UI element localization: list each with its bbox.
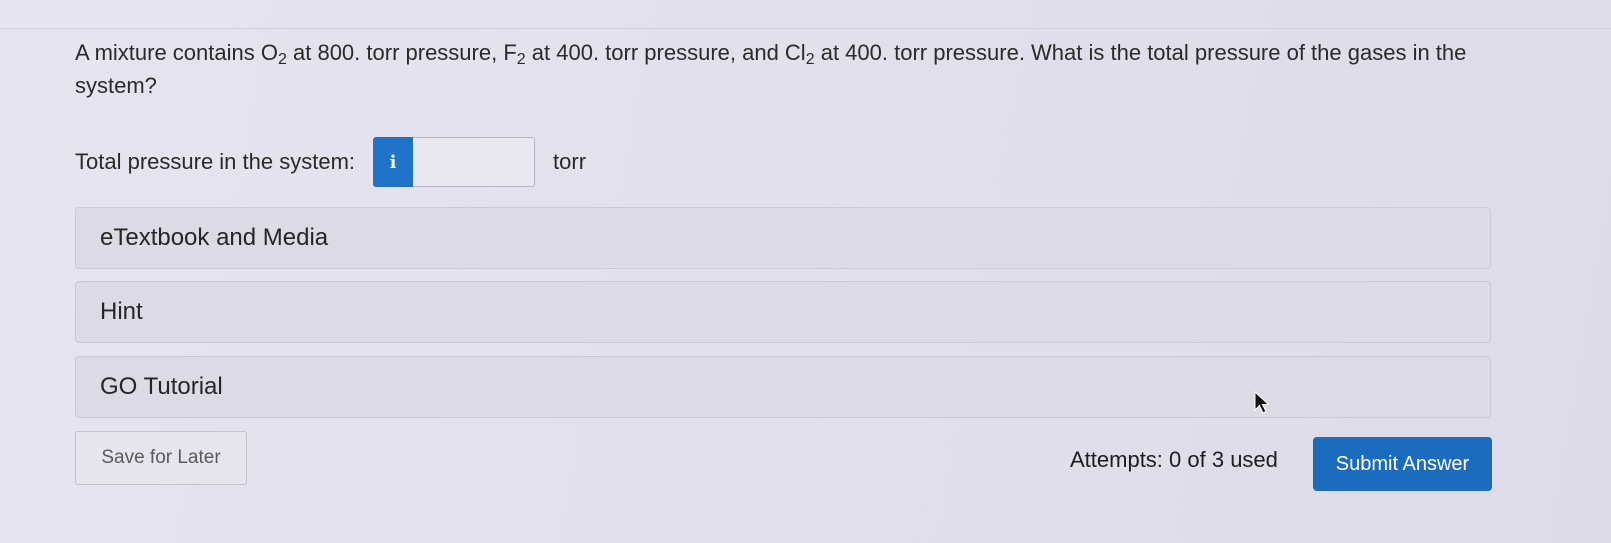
mouse-pointer-icon bbox=[1254, 391, 1270, 414]
info-icon[interactable]: i bbox=[373, 137, 414, 187]
panel-label: Hint bbox=[100, 298, 143, 325]
go-tutorial-panel[interactable]: GO Tutorial bbox=[75, 356, 1491, 418]
hint-panel[interactable]: Hint bbox=[75, 281, 1491, 343]
panel-label: eTextbook and Media bbox=[100, 224, 329, 251]
question-page: A mixture contains O2 at 800. torr press… bbox=[0, 0, 1611, 543]
unit-label: torr bbox=[553, 149, 587, 174]
answer-row: Total pressure in the system: i torr bbox=[75, 137, 586, 187]
etextbook-media-panel[interactable]: eTextbook and Media bbox=[75, 207, 1491, 269]
info-icon-glyph: i bbox=[389, 151, 397, 173]
question-text: A mixture contains O2 at 800. torr press… bbox=[75, 40, 1467, 98]
attempts-counter: Attempts: 0 of 3 used bbox=[1070, 447, 1278, 472]
panel-label: GO Tutorial bbox=[100, 373, 223, 400]
total-pressure-input[interactable] bbox=[413, 137, 536, 187]
answer-label: Total pressure in the system: bbox=[75, 149, 356, 174]
save-for-later-button[interactable]: Save for Later bbox=[75, 431, 247, 485]
submit-answer-button[interactable]: Submit Answer bbox=[1313, 437, 1492, 491]
top-divider bbox=[0, 28, 1611, 29]
